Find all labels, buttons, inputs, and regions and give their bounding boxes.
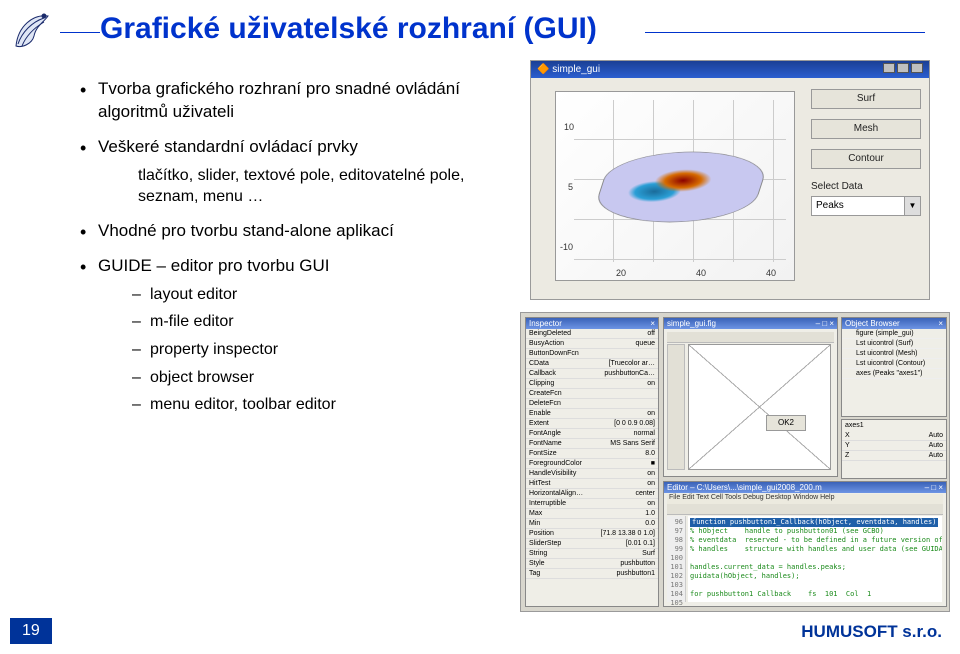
propinspect-row[interactable]: CallbackpushbuttonCa… bbox=[526, 369, 658, 379]
window-title-text: simple_gui bbox=[552, 64, 600, 75]
axes-panel-row[interactable]: ZAuto bbox=[842, 451, 946, 461]
slide-title: Grafické uživatelské rozhraní (GUI) bbox=[100, 12, 597, 46]
editor-code[interactable]: function pushbutton1_Callback(hObject, e… bbox=[688, 516, 942, 602]
layout-ok-button[interactable]: OK2 bbox=[766, 415, 806, 431]
editor-gutter: 96 97 98 99 100 101 102 103 104 105 bbox=[667, 516, 686, 602]
propinspect-row[interactable]: DeleteFcn bbox=[526, 399, 658, 409]
propinspect-row[interactable]: Clippingon bbox=[526, 379, 658, 389]
editor-menubar[interactable]: File Edit Text Cell Tools Debug Desktop … bbox=[667, 494, 943, 504]
bullet-4: GUIDE – editor pro tvorbu GUI layout edi… bbox=[84, 255, 498, 416]
bullet-4-sub3: property inspector bbox=[134, 339, 498, 361]
editor-title: Editor – C:\Users\...\simple_gui2008_200… bbox=[667, 483, 822, 492]
propinspect-row[interactable]: Tagpushbutton1 bbox=[526, 569, 658, 579]
title-rule-left bbox=[60, 32, 100, 33]
propinspect-row[interactable]: FontNameMS Sans Serif bbox=[526, 439, 658, 449]
bullet-1: Tvorba grafického rozhraní pro snadné ov… bbox=[84, 78, 498, 124]
objbrowser-item[interactable]: Lst uicontrol (Mesh) bbox=[842, 349, 946, 359]
company-logo bbox=[8, 6, 54, 52]
bullet-content: Tvorba grafického rozhraní pro snadné ov… bbox=[68, 78, 498, 428]
axes-panel-rows: XAutoYAutoZAuto bbox=[842, 431, 946, 461]
propinspect-rows: BeingDeletedoffBusyActionqueueButtonDown… bbox=[526, 329, 658, 579]
editor-toolbar[interactable] bbox=[667, 504, 943, 515]
propinspect-row[interactable]: HorizontalAlign…center bbox=[526, 489, 658, 499]
propinspect-row[interactable]: Interruptibleon bbox=[526, 499, 658, 509]
propinspect-row[interactable]: Max1.0 bbox=[526, 509, 658, 519]
objbrowser-item[interactable]: axes (Peaks "axes1") bbox=[842, 369, 946, 379]
mfile-editor-window: Editor – C:\Users\...\simple_gui2008_200… bbox=[663, 481, 947, 607]
page-number: 19 bbox=[10, 618, 52, 644]
axes-3d-plot: 10 5 -10 20 40 40 bbox=[555, 91, 795, 281]
select-data-label: Select Data bbox=[811, 181, 921, 192]
data-select[interactable]: Peaks ▼ bbox=[811, 196, 921, 216]
window-controls[interactable] bbox=[881, 63, 923, 76]
propinspect-row[interactable]: Enableon bbox=[526, 409, 658, 419]
bullet-2: Veškeré standardní ovládací prvky tlačít… bbox=[84, 136, 498, 208]
propinspect-title: Inspector bbox=[529, 319, 562, 328]
axes-panel-title: axes1 bbox=[842, 420, 946, 431]
axes-panel-window: axes1 XAutoYAutoZAuto bbox=[841, 419, 947, 479]
property-inspector-window: Inspector× BeingDeletedoffBusyActionqueu… bbox=[525, 317, 659, 607]
layout-editor-window: simple_gui.fig– □ × OK2 bbox=[663, 317, 838, 477]
company-name: HUMUSOFT s.r.o. bbox=[801, 622, 942, 642]
simple-gui-window: 🔶 simple_gui 10 5 -10 20 40 40 Surf Mesh… bbox=[530, 60, 930, 300]
propinspect-row[interactable]: HandleVisibilityon bbox=[526, 469, 658, 479]
layout-title: simple_gui.fig bbox=[667, 319, 716, 328]
propinspect-row[interactable]: CData[Truecolor ar… bbox=[526, 359, 658, 369]
bullet-4-sub4: object browser bbox=[134, 367, 498, 389]
objbrowser-item[interactable]: Lst uicontrol (Surf) bbox=[842, 339, 946, 349]
objbrowser-item[interactable]: figure (simple_gui) bbox=[842, 329, 946, 339]
propinspect-row[interactable]: CreateFcn bbox=[526, 389, 658, 399]
objbrowser-tree[interactable]: figure (simple_gui) Lst uicontrol (Surf)… bbox=[842, 329, 946, 379]
bullet-3: Vhodné pro tvorbu stand-alone aplikací bbox=[84, 220, 498, 243]
propinspect-row[interactable]: Extent[0 0 0.9 0.08] bbox=[526, 419, 658, 429]
bullet-4-sub5: menu editor, toolbar editor bbox=[134, 394, 498, 416]
propinspect-row[interactable]: BusyActionqueue bbox=[526, 339, 658, 349]
guide-cluster: Inspector× BeingDeletedoffBusyActionqueu… bbox=[520, 312, 950, 612]
propinspect-row[interactable]: FontSize8.0 bbox=[526, 449, 658, 459]
propinspect-row[interactable]: StringSurf bbox=[526, 549, 658, 559]
propinspect-row[interactable]: Min0.0 bbox=[526, 519, 658, 529]
axes-panel-row[interactable]: YAuto bbox=[842, 441, 946, 451]
propinspect-row[interactable]: SliderStep[0.01 0.1] bbox=[526, 539, 658, 549]
title-rule-right bbox=[645, 32, 925, 33]
propinspect-row[interactable]: Stylepushbutton bbox=[526, 559, 658, 569]
objbrowser-title: Object Browser bbox=[845, 319, 900, 328]
propinspect-row[interactable]: ForegroundColor■ bbox=[526, 459, 658, 469]
bullet-4-sub2: m-file editor bbox=[134, 311, 498, 333]
propinspect-row[interactable]: Position[71.8 13.38 0 1.0] bbox=[526, 529, 658, 539]
objbrowser-item[interactable]: Lst uicontrol (Contour) bbox=[842, 359, 946, 369]
propinspect-row[interactable]: FontAnglenormal bbox=[526, 429, 658, 439]
propinspect-row[interactable]: ButtonDownFcn bbox=[526, 349, 658, 359]
layout-palette[interactable] bbox=[667, 344, 685, 470]
surf-button[interactable]: Surf bbox=[811, 89, 921, 109]
mesh-button[interactable]: Mesh bbox=[811, 119, 921, 139]
control-panel: Surf Mesh Contour Select Data Peaks ▼ bbox=[811, 89, 921, 216]
object-browser-window: Object Browser× figure (simple_gui) Lst … bbox=[841, 317, 947, 417]
layout-canvas[interactable]: OK2 bbox=[688, 344, 831, 470]
bullet-4-sub1: layout editor bbox=[134, 284, 498, 306]
bullet-2-sub: tlačítko, slider, textové pole, editovat… bbox=[138, 165, 498, 208]
window-titlebar: 🔶 simple_gui bbox=[531, 61, 929, 78]
dropdown-arrow-icon: ▼ bbox=[904, 197, 920, 215]
propinspect-row[interactable]: BeingDeletedoff bbox=[526, 329, 658, 339]
axes-panel-row[interactable]: XAuto bbox=[842, 431, 946, 441]
layout-toolbar[interactable] bbox=[667, 332, 834, 343]
contour-button[interactable]: Contour bbox=[811, 149, 921, 169]
propinspect-row[interactable]: HitTeston bbox=[526, 479, 658, 489]
